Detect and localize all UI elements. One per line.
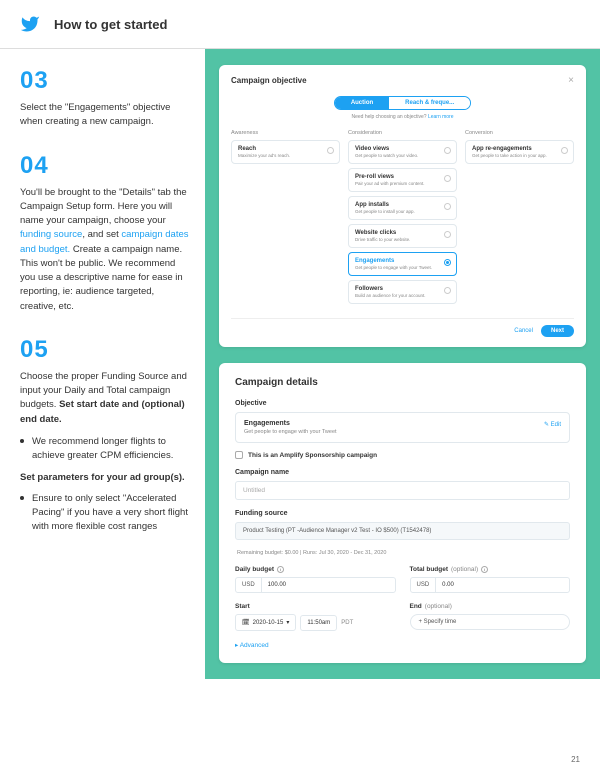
objective-preroll-views[interactable]: Pre-roll viewsPair your ad with premium … xyxy=(348,168,457,192)
screenshots-column: Campaign objective × Auction Reach & fre… xyxy=(205,49,600,679)
panel-title: Campaign details xyxy=(235,377,570,388)
help-text: Need help choosing an objective? Learn m… xyxy=(231,114,574,120)
funding-source-link[interactable]: funding source xyxy=(20,229,82,240)
objective-video-views[interactable]: Video viewsGet people to watch your vide… xyxy=(348,140,457,164)
learn-more-link[interactable]: Learn more xyxy=(428,114,454,120)
twitter-logo-icon xyxy=(20,14,40,34)
objective-display: Engagements Get people to engage with yo… xyxy=(235,412,570,443)
calendar-icon: 🗓 xyxy=(242,619,250,626)
page-title: How to get started xyxy=(54,17,167,32)
step-04-text: You'll be brought to the "Details" tab t… xyxy=(20,186,191,314)
tab-reach-frequency[interactable]: Reach & freque... xyxy=(389,97,470,109)
campaign-details-panel: Campaign details Objective Engagements G… xyxy=(219,363,586,663)
objective-engagements[interactable]: EngagementsGet people to engage with you… xyxy=(348,252,457,276)
objective-app-reengagements[interactable]: App re-engagementsGet people to take act… xyxy=(465,140,574,164)
next-button[interactable]: Next xyxy=(541,325,574,337)
step-05-number: 05 xyxy=(20,336,191,364)
instructions-column: 03 Select the "Engagements" objective wh… xyxy=(0,49,205,679)
conversion-column: Conversion App re-engagementsGet people … xyxy=(465,130,574,308)
cancel-button[interactable]: Cancel xyxy=(514,328,533,334)
objective-followers[interactable]: FollowersBuild an audience for your acco… xyxy=(348,280,457,304)
close-icon[interactable]: × xyxy=(568,75,574,86)
awareness-column: Awareness ReachMaximize your ad's reach. xyxy=(231,130,340,308)
objective-app-installs[interactable]: App installsGet people to install your a… xyxy=(348,196,457,220)
start-time-input[interactable]: 11:50am xyxy=(300,615,337,631)
consideration-column: Consideration Video viewsGet people to w… xyxy=(348,130,457,308)
page-number: 21 xyxy=(571,755,580,764)
specify-time-button[interactable]: + Specify time xyxy=(410,614,571,630)
objective-reach[interactable]: ReachMaximize your ad's reach. xyxy=(231,140,340,164)
edit-button[interactable]: ✎ Edit xyxy=(544,421,561,428)
modal-title: Campaign objective xyxy=(231,76,307,85)
auction-toggle: Auction Reach & freque... xyxy=(231,96,574,110)
amplify-checkbox-row[interactable]: This is an Amplify Sponsorship campaign xyxy=(235,451,570,459)
remaining-budget-text: Remaining budget: $0.00 | Runs: Jul 30, … xyxy=(235,550,570,556)
page-header: How to get started xyxy=(0,0,600,49)
tab-auction[interactable]: Auction xyxy=(335,97,389,109)
funding-source-select[interactable]: Product Testing (PT -Audience Manager v2… xyxy=(235,522,570,540)
total-budget-input[interactable]: USD0.00 xyxy=(410,577,571,593)
info-icon[interactable]: i xyxy=(277,566,284,573)
checkbox-icon[interactable] xyxy=(235,451,243,459)
campaign-objective-modal: Campaign objective × Auction Reach & fre… xyxy=(219,65,586,347)
step-04-number: 04 xyxy=(20,152,191,180)
step-03-number: 03 xyxy=(20,67,191,95)
campaign-name-input[interactable]: Untitled xyxy=(235,481,570,500)
start-date-picker[interactable]: 🗓2020-10-15▾ xyxy=(235,614,296,631)
advanced-toggle[interactable]: ▸ Advanced xyxy=(235,641,570,649)
step-05-text: Choose the proper Funding Source and inp… xyxy=(20,370,191,535)
objective-website-clicks[interactable]: Website clicksDrive traffic to your webs… xyxy=(348,224,457,248)
step-03-text: Select the "Engagements" objective when … xyxy=(20,101,191,130)
info-icon[interactable]: i xyxy=(481,566,488,573)
chevron-down-icon: ▾ xyxy=(286,619,289,626)
daily-budget-input[interactable]: USD100.00 xyxy=(235,577,396,593)
